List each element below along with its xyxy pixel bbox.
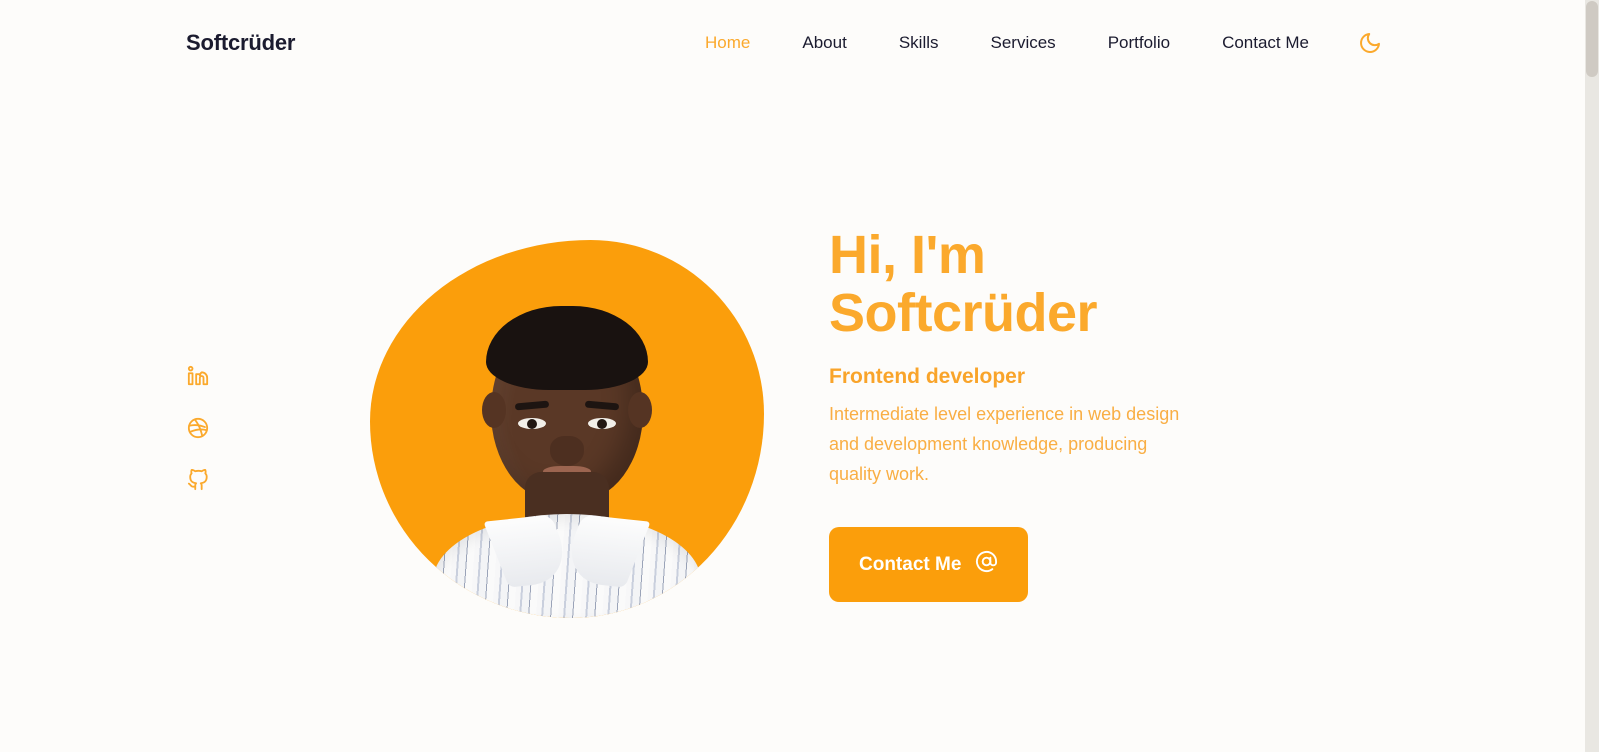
hero-heading: Hi, I'm Softcrüder: [829, 226, 1249, 343]
portrait-ear-right: [628, 392, 652, 428]
hero-text-block: Hi, I'm Softcrüder Frontend developer In…: [829, 226, 1249, 603]
blob-shape: [370, 240, 764, 618]
at-sign-icon: [975, 550, 998, 579]
nav-item-skills[interactable]: Skills: [873, 33, 965, 53]
hero-name: Softcrüder: [829, 283, 1098, 344]
hero-greeting: Hi, I'm: [829, 225, 986, 285]
nav-item-home[interactable]: Home: [705, 33, 776, 53]
portrait-illustration: [433, 298, 701, 618]
portrait-eyebrow-right: [584, 400, 620, 411]
main-navigation: Home About Skills Services Portfolio Con…: [705, 30, 1383, 56]
nav-item-contact-me[interactable]: Contact Me: [1196, 33, 1335, 53]
nav-item-about[interactable]: About: [776, 33, 872, 53]
portrait-eye-right: [588, 418, 616, 429]
site-header: Softcrüder Home About Skills Services Po…: [0, 0, 1585, 88]
portrait-nose: [550, 436, 584, 466]
portrait-hair: [486, 306, 648, 390]
hero-role: Frontend developer: [829, 364, 1026, 388]
hero-section: Hi, I'm Softcrüder Frontend developer In…: [0, 88, 1585, 752]
page-root: Softcrüder Home About Skills Services Po…: [0, 0, 1599, 752]
profile-photo-blob: [370, 240, 764, 618]
nav-item-services[interactable]: Services: [965, 33, 1082, 53]
nav-item-portfolio[interactable]: Portfolio: [1082, 33, 1196, 53]
contact-me-button-label: Contact Me: [859, 553, 962, 575]
portrait-ear-left: [482, 392, 506, 428]
portrait-shirt: [433, 514, 701, 618]
portrait-eyebrow-left: [514, 400, 550, 411]
vertical-scrollbar[interactable]: [1585, 0, 1599, 752]
contact-me-button[interactable]: Contact Me: [829, 527, 1029, 603]
moon-icon[interactable]: [1357, 30, 1383, 56]
scrollbar-thumb[interactable]: [1586, 1, 1598, 77]
portrait-eye-left: [518, 418, 546, 429]
site-logo[interactable]: Softcrüder: [186, 30, 295, 56]
hero-description: Intermediate level experience in web des…: [829, 403, 1180, 485]
